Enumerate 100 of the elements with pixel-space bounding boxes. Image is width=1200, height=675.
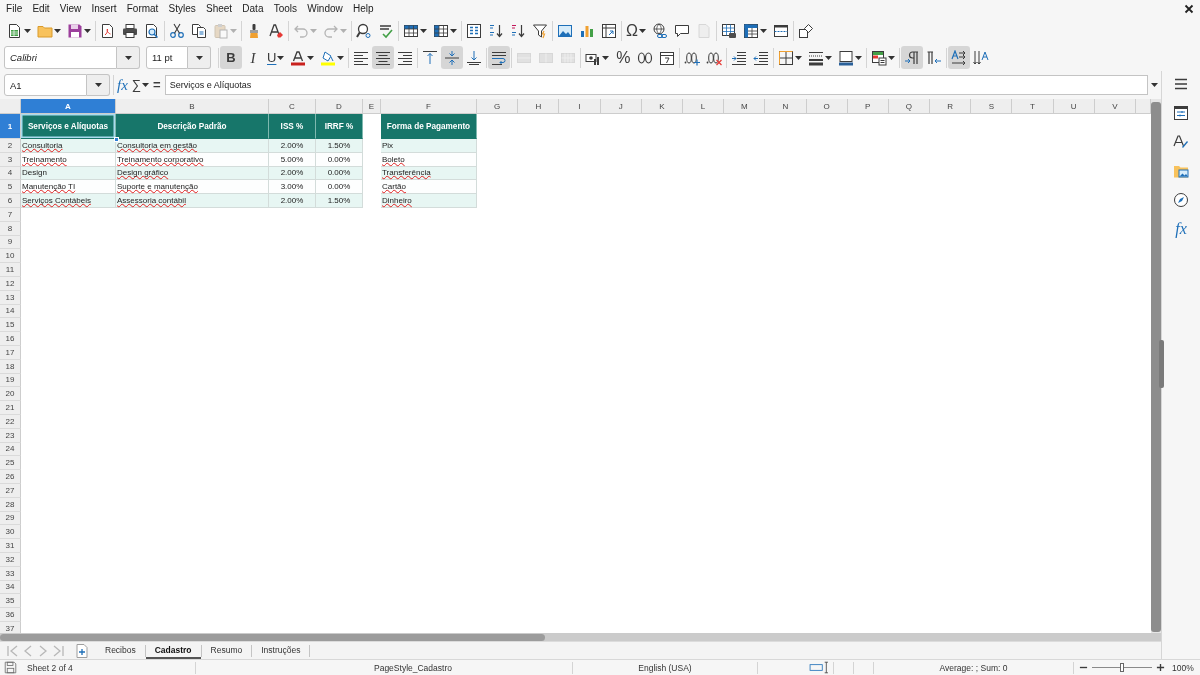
align-left-icon [353, 49, 370, 66]
row-header[interactable]: 1 [0, 114, 21, 139]
sheet-tab[interactable]: Resumo [201, 642, 252, 659]
row-header[interactable]: 16 [0, 332, 21, 346]
column-header[interactable]: F [381, 99, 477, 114]
menu-item[interactable]: View [54, 2, 87, 15]
clipboard-icon [213, 22, 229, 39]
align-center-button[interactable] [372, 46, 395, 69]
scissors-icon [169, 22, 185, 39]
column-header[interactable]: M [724, 99, 766, 114]
column-header[interactable]: I [559, 99, 601, 114]
copy-icon [191, 22, 207, 39]
column-header[interactable]: S [971, 99, 1013, 114]
font-size-field[interactable]: 11 pt [146, 46, 188, 69]
column-header[interactable]: P [847, 99, 889, 114]
row-header[interactable]: 21 [0, 401, 21, 415]
percent-format-button[interactable]: % [612, 46, 635, 69]
special-character-button[interactable]: Ω [623, 19, 649, 42]
column-header[interactable]: L [682, 99, 725, 114]
column-header[interactable]: Q [888, 99, 931, 114]
sum-button[interactable]: ∑ [129, 73, 152, 97]
shapes-icon [797, 22, 814, 39]
column-header[interactable]: J [600, 99, 642, 114]
row-header[interactable]: 20 [0, 387, 21, 402]
row-header[interactable]: 35 [0, 594, 21, 609]
menu-item[interactable]: Help [347, 2, 379, 15]
formula-button[interactable]: = [151, 73, 163, 97]
formula-input[interactable]: Serviços e Alíquotas [164, 75, 1148, 95]
horizontal-scrollbar[interactable] [0, 633, 1161, 641]
row-header[interactable]: 5 [0, 180, 21, 195]
column-header[interactable]: D [316, 99, 363, 114]
italic-button[interactable]: I [242, 46, 264, 69]
row-header[interactable]: 11 [0, 263, 21, 277]
close-button[interactable] [1184, 3, 1194, 14]
menu-item[interactable]: Styles [163, 2, 201, 15]
wrap-text-icon [491, 49, 508, 66]
row-header[interactable]: 2 [0, 139, 21, 153]
menu-item[interactable]: Data [237, 2, 269, 15]
column-header[interactable]: R [930, 99, 972, 114]
bold-button[interactable]: B [220, 46, 242, 69]
column-header[interactable]: G [477, 99, 519, 114]
caret-icon [602, 55, 610, 60]
column-header[interactable]: O [806, 99, 848, 114]
row-header[interactable]: 31 [0, 539, 21, 553]
menu-item[interactable]: Insert [86, 2, 122, 15]
font-size-dropdown[interactable] [188, 46, 211, 69]
caret-icon [855, 55, 863, 60]
functions-button[interactable]: fx [1169, 217, 1193, 241]
sheet-tab[interactable]: Recibos [96, 642, 145, 659]
underline-button[interactable]: U [264, 46, 288, 69]
menu-item[interactable]: Tools [268, 2, 303, 15]
table-cell: Serviços Contábeis [21, 194, 116, 208]
scrollbar-thumb[interactable] [0, 633, 545, 641]
wrap-text-button[interactable] [488, 46, 511, 69]
menu-item[interactable]: Sheet [200, 2, 238, 15]
fill-handle[interactable] [114, 137, 119, 142]
align-center-icon [375, 49, 392, 66]
row-header[interactable]: 36 [0, 608, 21, 622]
row-header[interactable]: 26 [0, 470, 21, 484]
text-horizontal-button[interactable] [948, 46, 971, 69]
menu-item[interactable]: File [1, 2, 28, 15]
column-header[interactable]: C [269, 99, 316, 114]
slider-thumb[interactable] [1120, 663, 1124, 672]
sidebar-handle[interactable] [1159, 340, 1164, 388]
table-column-icon [433, 22, 449, 39]
column-header[interactable]: A [21, 99, 116, 114]
column-header[interactable]: V [1094, 99, 1136, 114]
column-header[interactable]: K [641, 99, 683, 114]
zoom-in-button[interactable] [1154, 663, 1167, 672]
row-header[interactable]: 6 [0, 194, 21, 208]
font-name-dropdown[interactable] [117, 46, 140, 69]
language-label: English (USA) [638, 662, 692, 673]
column-header[interactable]: T [1012, 99, 1054, 114]
selection-mode-icon [809, 661, 829, 674]
table-cell: Consultoria [21, 139, 116, 153]
menu-item[interactable]: Edit [27, 2, 55, 15]
caret-icon [888, 55, 896, 60]
column-header[interactable]: B [116, 99, 269, 114]
function-wizard-button[interactable]: fx [115, 73, 130, 97]
menu-item[interactable]: Format [121, 2, 164, 15]
row-header[interactable]: 25 [0, 456, 21, 471]
column-header[interactable]: E [363, 99, 381, 114]
compass-icon [1173, 192, 1189, 208]
menu-item[interactable]: Window [302, 2, 348, 15]
name-box[interactable]: A1 [4, 74, 87, 96]
row-header[interactable]: 30 [0, 525, 21, 540]
outdent-icon [753, 49, 770, 66]
left-to-right-button[interactable] [901, 46, 924, 69]
font-name-field[interactable]: Calibri [4, 46, 117, 69]
column-header[interactable]: U [1053, 99, 1095, 114]
table-cell: Dinheiro [381, 194, 477, 208]
header-cell: IRRF % [316, 114, 363, 139]
row-header[interactable]: 15 [0, 318, 21, 333]
column-header[interactable]: H [518, 99, 560, 114]
name-box-dropdown[interactable] [87, 74, 110, 96]
caret-icon [450, 28, 457, 33]
row-header[interactable]: 10 [0, 249, 21, 264]
sheet-tab[interactable]: Instruções [252, 642, 310, 659]
column-header[interactable]: N [765, 99, 807, 114]
zoom-percentage[interactable]: 100% [1172, 662, 1194, 673]
